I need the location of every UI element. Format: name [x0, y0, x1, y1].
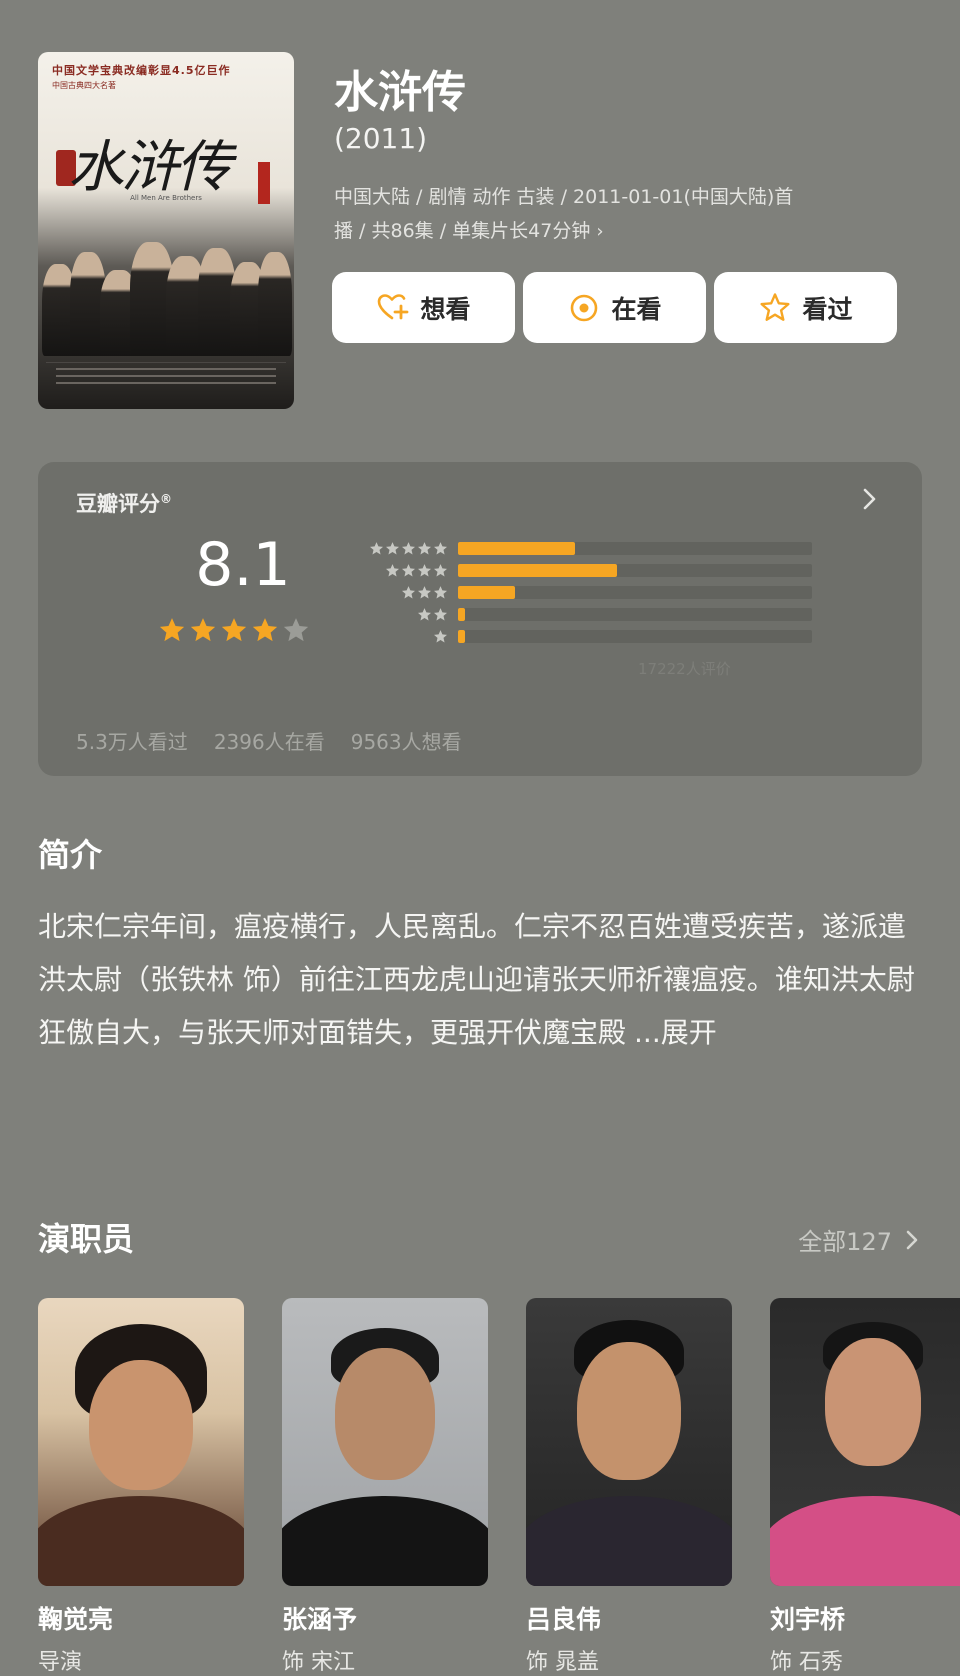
rating-bar-fill — [458, 629, 466, 643]
watching-button[interactable]: 在看 — [523, 272, 706, 343]
star-small-icon — [434, 585, 447, 598]
cast-role: 饰 宋江 — [282, 1650, 355, 1675]
want-count: 9563人想看 — [350, 730, 462, 754]
star-small-icon — [434, 607, 447, 620]
cast-all-label: 全部127 — [798, 1228, 892, 1256]
cast-title: 演职员 — [38, 1220, 135, 1258]
rating-stars — [158, 616, 310, 644]
rating-stats: 5.3万人看过 2396人在看 9563人想看 — [76, 726, 462, 755]
star-small-icon — [418, 607, 431, 620]
watched-label: 看过 — [802, 294, 853, 324]
cast-photo — [282, 1298, 488, 1586]
cast-name: 张涵予 — [282, 1605, 358, 1634]
rating-card[interactable]: 豆瓣评分® 8.1 17222人评价 5.3万人看过 2396人在看 9563人… — [38, 462, 922, 776]
synopsis-body: 北宋仁宗年间，瘟疫横行，人民离乱。仁宗不忍百姓遭受疾苦，遂派遣洪太尉（张铁林 饰… — [38, 910, 915, 1049]
rating-distribution-row — [338, 606, 812, 622]
rating-count: 17222人评价 — [638, 660, 731, 678]
rating-bar-fill — [458, 585, 515, 599]
chevron-right-icon[interactable] — [860, 484, 880, 514]
star-small-icon — [386, 541, 399, 554]
cast-card[interactable]: 张涵予 饰 宋江 — [282, 1298, 488, 1676]
cast-name: 鞠觉亮 — [38, 1605, 114, 1634]
target-circle-icon — [567, 291, 601, 325]
star-small-icon — [402, 585, 415, 598]
cast-card[interactable]: 鞠觉亮 导演 — [38, 1298, 244, 1676]
rating-bar-track — [458, 563, 812, 577]
poster-cast-figures — [38, 238, 294, 356]
poster-tagline-sub: 中国古典四大名著 — [52, 81, 116, 90]
watching-count: 2396人在看 — [213, 730, 325, 754]
cast-card[interactable]: 吕良伟 饰 晁盖 — [526, 1298, 732, 1676]
poster-english-title: All Men Are Brothers — [130, 194, 202, 202]
star-small-icon — [418, 541, 431, 554]
rating-level-stars — [338, 541, 448, 556]
expand-link[interactable]: ...展开 — [634, 1016, 717, 1049]
poster-title-art: 水浒传 — [68, 135, 232, 200]
show-meta[interactable]: 中国大陆 / 剧情 动作 古装 / 2011-01-01(中国大陆)首 播 / … — [334, 180, 894, 249]
star-small-icon — [402, 541, 415, 554]
rating-bar-fill — [458, 541, 575, 555]
rating-label: 豆瓣评分® — [76, 488, 172, 518]
rating-bar-fill — [458, 563, 618, 577]
rating-level-stars — [338, 585, 448, 600]
cast-card[interactable]: 刘宇桥 饰 石秀 — [770, 1298, 960, 1676]
star-filled-icon — [252, 618, 278, 642]
star-small-icon — [370, 541, 383, 554]
show-year: (2011) — [334, 122, 428, 155]
star-small-icon — [402, 563, 415, 576]
rating-bar-track — [458, 629, 812, 643]
rating-score: 8.1 — [195, 530, 291, 600]
heart-plus-icon — [376, 291, 410, 325]
poster-tagline: 中国文学宝典改编彰显4.5亿巨作 — [52, 64, 231, 77]
rating-distribution-row — [338, 562, 812, 578]
star-empty-icon — [283, 618, 309, 642]
rating-label-text: 豆瓣评分 — [76, 492, 160, 516]
registered-mark: ® — [160, 492, 172, 506]
cast-role: 饰 石秀 — [770, 1650, 843, 1675]
rating-distribution-row — [338, 540, 812, 556]
star-filled-icon — [221, 618, 247, 642]
star-small-icon — [434, 541, 447, 554]
cast-name: 吕良伟 — [526, 1605, 602, 1634]
rating-distribution-row — [338, 628, 812, 644]
cast-name: 刘宇桥 — [770, 1605, 846, 1634]
star-small-icon — [434, 563, 447, 576]
show-meta-line-1: 中国大陆 / 剧情 动作 古装 / 2011-01-01(中国大陆)首 — [334, 186, 794, 208]
rating-bar-track — [458, 607, 812, 621]
want-to-watch-button[interactable]: 想看 — [332, 272, 515, 343]
synopsis-title: 简介 — [38, 836, 103, 874]
rating-bar-fill — [458, 607, 466, 621]
star-small-icon — [418, 585, 431, 598]
star-small-icon — [386, 563, 399, 576]
star-small-icon — [434, 629, 447, 642]
chevron-right-icon: › — [596, 221, 604, 242]
want-to-watch-label: 想看 — [420, 294, 471, 324]
cast-role: 饰 晁盖 — [526, 1650, 599, 1675]
rating-level-stars — [338, 607, 448, 622]
star-filled-icon — [159, 618, 185, 642]
show-title: 水浒传 — [334, 67, 466, 118]
cast-view-all-link[interactable]: 全部127 — [798, 1222, 920, 1257]
star-filled-icon — [190, 618, 216, 642]
chevron-right-icon — [906, 1230, 918, 1249]
rating-level-stars — [338, 563, 448, 578]
rating-bar-track — [458, 585, 812, 599]
rating-distribution-row — [338, 584, 812, 600]
watched-button[interactable]: 看过 — [714, 272, 897, 343]
cast-role: 导演 — [38, 1650, 83, 1675]
show-meta-line-2: 播 / 共86集 / 单集片长47分钟 — [334, 220, 591, 242]
cast-photo — [526, 1298, 732, 1586]
synopsis-text[interactable]: 北宋仁宗年间，瘟疫横行，人民离乱。仁宗不忍百姓遭受疾苦，遂派遣洪太尉（张铁林 饰… — [38, 900, 924, 1059]
cast-photo — [770, 1298, 960, 1586]
star-small-icon — [418, 563, 431, 576]
star-outline-icon — [758, 291, 792, 325]
poster-credits — [46, 362, 286, 393]
watched-count: 5.3万人看过 — [76, 730, 188, 754]
cast-photo — [38, 1298, 244, 1586]
rating-level-stars — [338, 629, 448, 644]
poster-image[interactable]: 中国文学宝典改编彰显4.5亿巨作 中国古典四大名著 水浒传 All Men Ar… — [38, 52, 294, 409]
rating-bar-track — [458, 541, 812, 555]
watching-label: 在看 — [611, 294, 662, 324]
